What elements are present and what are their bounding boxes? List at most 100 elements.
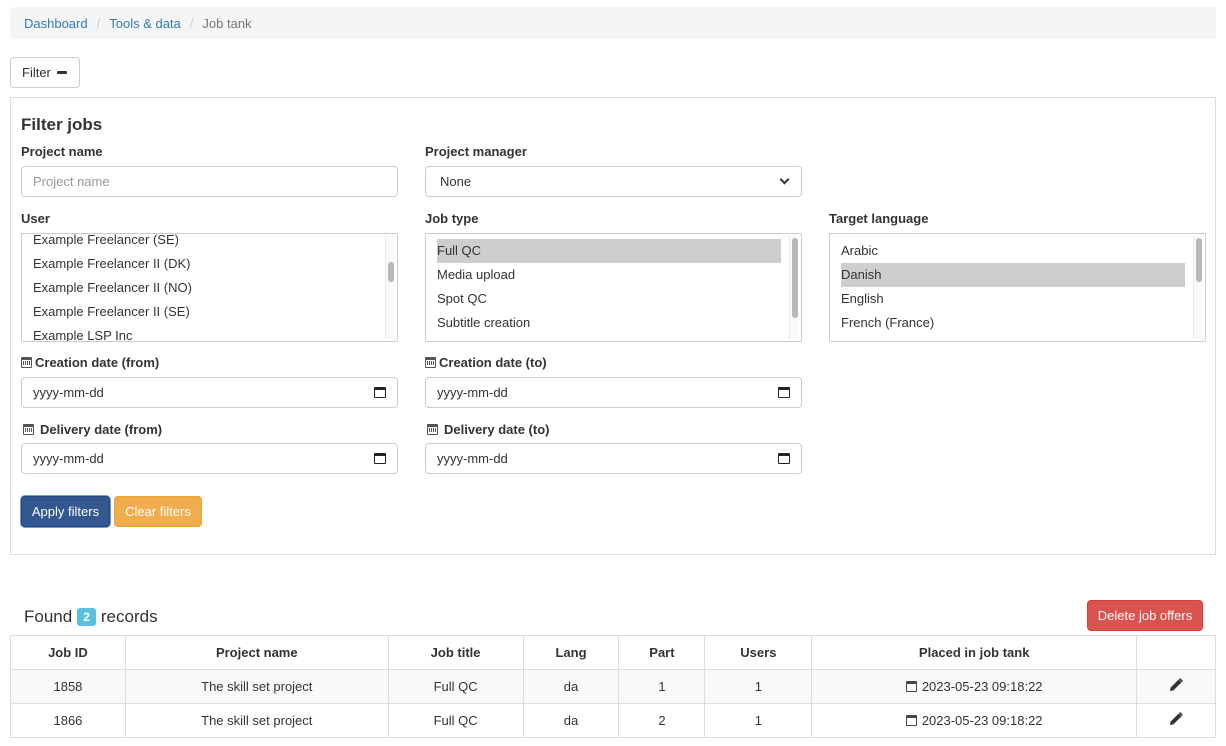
delivery-to-label-text: Delivery date (to) [444,422,550,437]
placed-date: 2023-05-23 09:18:22 [921,679,1043,694]
filter-toggle-button[interactable]: Filter [10,57,80,88]
project-manager-label: Project manager [425,144,527,159]
job-type-option[interactable]: Spot QC [426,287,781,311]
delete-job-offers-button[interactable]: Delete job offers [1087,600,1203,631]
calendar-icon [23,424,34,435]
target-language-scrollbar[interactable] [1193,236,1203,339]
cell-job-id: 1858 [10,669,126,704]
cell-lang: da [522,703,620,738]
column-header-users[interactable]: Users [704,635,813,670]
target-language-option[interactable]: French (France) [830,311,1185,335]
calendar-picker-icon[interactable] [778,453,790,464]
creation-to-placeholder: yyyy-mm-dd [437,385,508,400]
project-manager-value: None [440,174,472,189]
column-header-job-id[interactable]: Job ID [10,635,126,670]
calendar-icon [905,681,917,692]
minus-icon [56,71,67,74]
calendar-icon [425,357,436,368]
job-type-listbox[interactable]: Full QC Media upload Spot QC Subtitle cr… [425,233,802,342]
delivery-to-placeholder: yyyy-mm-dd [437,451,508,466]
user-option[interactable]: Example Freelancer II (SE) [22,300,377,324]
target-language-option[interactable]: Arabic [830,239,1185,263]
calendar-picker-icon[interactable] [374,387,386,398]
column-header-part[interactable]: Part [618,635,706,670]
cell-job-title: Full QC [387,669,524,704]
breadcrumb-dashboard[interactable]: Dashboard [24,16,88,31]
target-language-option[interactable]: Danish [841,263,1185,287]
records-count-badge: 2 [77,608,96,626]
delivery-to-date-input[interactable]: yyyy-mm-dd [425,443,802,474]
job-type-scrollbar[interactable] [789,236,799,339]
jobs-table: Job ID Project name Job title Lang Part … [10,635,1216,738]
delivery-to-label: Delivery date (to) [427,422,549,437]
creation-from-date-input[interactable]: yyyy-mm-dd [21,377,398,408]
breadcrumb-separator: / [189,15,194,31]
delivery-from-label: Delivery date (from) [23,422,162,437]
user-option[interactable]: Example Freelancer II (DK) [22,252,377,276]
user-option[interactable]: Example Freelancer (SE) [22,234,377,252]
breadcrumb: Dashboard / Tools & data / Job tank [10,7,1216,39]
clear-filters-button[interactable]: Clear filters [114,496,202,527]
cell-job-title: Full QC [387,703,524,738]
filter-panel-title: Filter jobs [21,115,103,134]
breadcrumb-separator: / [96,15,101,31]
cell-users: 1 [704,703,813,738]
user-label: User [21,211,50,226]
found-prefix: Found [24,607,73,626]
user-scrollbar[interactable] [385,236,395,339]
calendar-icon [21,357,32,368]
creation-to-date-input[interactable]: yyyy-mm-dd [425,377,802,408]
project-name-input[interactable]: Project name [21,166,398,197]
table-row[interactable]: 1858 The skill set project Full QC da 1 … [10,669,1216,704]
cell-lang: da [522,669,620,704]
edit-pencil-icon[interactable] [1169,678,1183,695]
delivery-from-date-input[interactable]: yyyy-mm-dd [21,443,398,474]
cell-actions [1136,669,1216,704]
job-type-scrollbar-thumb[interactable] [792,238,798,318]
calendar-picker-icon[interactable] [778,387,790,398]
target-language-listbox[interactable]: Arabic Danish English French (France) [829,233,1206,342]
creation-from-label-text: Creation date (from) [35,355,160,370]
target-language-label: Target language [829,211,929,226]
found-suffix: records [100,607,158,626]
creation-from-label: Creation date (from) [21,355,159,370]
user-listbox[interactable]: Example Freelancer (SE) Example Freelanc… [21,233,398,342]
chevron-down-icon [779,174,790,185]
job-type-option[interactable]: Full QC [437,239,781,263]
delivery-from-label-text: Delivery date (from) [40,422,163,437]
creation-from-placeholder: yyyy-mm-dd [33,385,104,400]
cell-placed: 2023-05-23 09:18:22 [811,703,1138,738]
project-manager-select[interactable]: None [425,166,802,197]
user-option[interactable]: Example LSP Inc [22,324,377,341]
edit-pencil-icon[interactable] [1169,712,1183,729]
column-header-job-title[interactable]: Job title [387,635,524,670]
target-language-option[interactable]: English [830,287,1185,311]
creation-to-label-text: Creation date (to) [439,355,547,370]
job-type-option[interactable]: Subtitle creation [426,311,781,335]
filter-toggle-label: Filter [22,65,51,80]
apply-filters-button[interactable]: Apply filters [21,496,110,527]
cell-part: 1 [618,669,706,704]
cell-project-name: The skill set project [124,703,389,738]
column-header-project-name[interactable]: Project name [124,635,389,670]
cell-actions [1136,703,1216,738]
cell-placed: 2023-05-23 09:18:22 [811,669,1138,704]
calendar-icon [427,424,438,435]
delivery-from-placeholder: yyyy-mm-dd [33,451,104,466]
calendar-picker-icon[interactable] [374,453,386,464]
breadcrumb-tools-data[interactable]: Tools & data [109,16,181,31]
cell-users: 1 [704,669,813,704]
column-header-lang[interactable]: Lang [522,635,620,670]
cell-project-name: The skill set project [124,669,389,704]
column-header-placed[interactable]: Placed in job tank [811,635,1138,670]
project-name-placeholder: Project name [33,174,110,189]
job-type-option[interactable]: Media upload [426,263,781,287]
cell-job-id: 1866 [10,703,126,738]
column-header-actions [1136,635,1216,670]
calendar-icon [905,715,917,726]
user-option[interactable]: Example Freelancer II (NO) [22,276,377,300]
table-row[interactable]: 1866 The skill set project Full QC da 2 … [10,703,1216,738]
target-language-scrollbar-thumb[interactable] [1196,238,1202,282]
placed-date: 2023-05-23 09:18:22 [921,713,1043,728]
user-scrollbar-thumb[interactable] [388,262,394,282]
